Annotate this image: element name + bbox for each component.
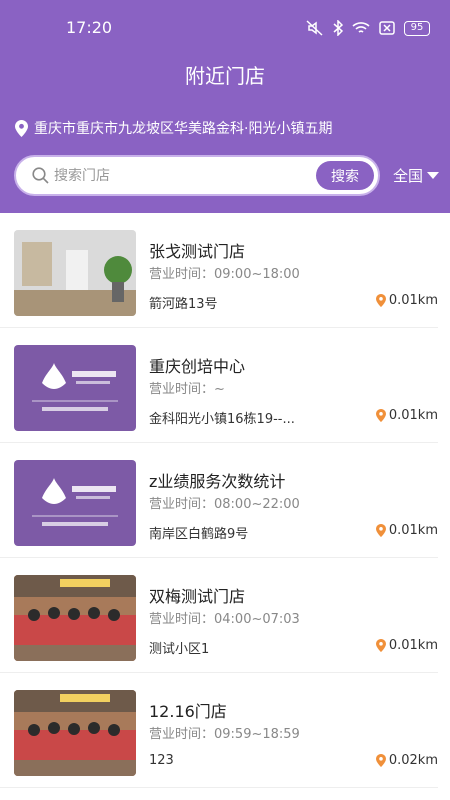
- distance-value: 0.01km: [388, 638, 438, 653]
- wifi-icon: [352, 22, 370, 33]
- store-logo: [14, 460, 136, 546]
- store-distance: 0.02km: [375, 753, 438, 768]
- search-button[interactable]: 搜索: [316, 161, 374, 190]
- location-pin-icon: [15, 119, 28, 137]
- store-hours: 营业时间：09:00~18:00: [149, 267, 300, 282]
- store-hours: 营业时间：08:00~22:00: [149, 497, 300, 512]
- current-location[interactable]: 重庆市重庆市九龙坡区华美路金科·阳光小镇五期: [15, 118, 332, 138]
- search-input[interactable]: [54, 164, 304, 188]
- store-address: 金科阳光小镇16栋19--...: [149, 412, 295, 427]
- store-item[interactable]: 双梅测试门店 营业时间：04:00~07:03 测试小区1 0.01km: [0, 558, 438, 673]
- store-list: 张戈测试门店 营业时间：09:00~18:00 箭河路13号 0.01km 重庆…: [0, 213, 450, 788]
- bluetooth-icon: [333, 20, 343, 36]
- location-text: 重庆市重庆市九龙坡区华美路金科·阳光小镇五期: [34, 121, 333, 137]
- distance-value: 0.01km: [388, 408, 438, 423]
- store-address: 箭河路13号: [149, 297, 218, 312]
- search-icon: [32, 167, 49, 184]
- store-item[interactable]: 12.16门店 营业时间：09:59~18:59 123 0.02km: [0, 673, 438, 788]
- sim-icon: [379, 21, 395, 35]
- store-logo: [14, 345, 136, 431]
- search-box: 搜索: [14, 155, 380, 196]
- store-photo: [14, 575, 136, 661]
- status-icons: 95: [306, 20, 430, 36]
- store-name: 重庆创培中心: [149, 357, 246, 376]
- store-hours: 营业时间：04:00~07:03: [149, 612, 300, 627]
- store-item[interactable]: z业绩服务次数统计 营业时间：08:00~22:00 南岸区白鹤路9号 0.01…: [0, 443, 438, 558]
- status-time: 17:20: [66, 18, 113, 37]
- location-pin-icon: [375, 754, 386, 767]
- location-pin-icon: [375, 639, 386, 652]
- chevron-down-icon: [427, 172, 440, 179]
- header: 17:20 95 附近门店 重庆市重庆市九龙坡区华美路金科·阳光小镇五期 搜索 …: [0, 0, 450, 213]
- store-distance: 0.01km: [375, 638, 438, 653]
- store-name: z业绩服务次数统计: [149, 472, 286, 491]
- location-pin-icon: [375, 294, 386, 307]
- store-distance: 0.01km: [375, 408, 438, 423]
- store-hours: 营业时间：~: [149, 382, 225, 397]
- store-photo: [14, 230, 136, 316]
- mute-icon: [306, 20, 323, 36]
- status-bar: 17:20 95: [0, 0, 450, 56]
- region-label: 全国: [393, 167, 424, 185]
- store-hours: 营业时间：09:59~18:59: [149, 727, 300, 742]
- region-selector[interactable]: 全国: [393, 165, 440, 186]
- store-name: 双梅测试门店: [149, 587, 246, 606]
- store-item[interactable]: 张戈测试门店 营业时间：09:00~18:00 箭河路13号 0.01km: [0, 213, 438, 328]
- store-name: 12.16门店: [149, 702, 227, 721]
- store-item[interactable]: 重庆创培中心 营业时间：~ 金科阳光小镇16栋19--... 0.01km: [0, 328, 438, 443]
- store-address: 测试小区1: [149, 642, 210, 657]
- distance-value: 0.01km: [388, 293, 438, 308]
- store-name: 张戈测试门店: [149, 242, 246, 261]
- store-photo: [14, 690, 136, 776]
- store-address: 南岸区白鹤路9号: [149, 527, 249, 542]
- store-address: 123: [149, 753, 174, 768]
- location-pin-icon: [375, 524, 386, 537]
- store-distance: 0.01km: [375, 523, 438, 538]
- distance-value: 0.01km: [388, 523, 438, 538]
- page-title: 附近门店: [185, 64, 265, 88]
- distance-value: 0.02km: [388, 753, 438, 768]
- store-distance: 0.01km: [375, 293, 438, 308]
- location-pin-icon: [375, 409, 386, 422]
- battery-indicator: 95: [404, 20, 430, 36]
